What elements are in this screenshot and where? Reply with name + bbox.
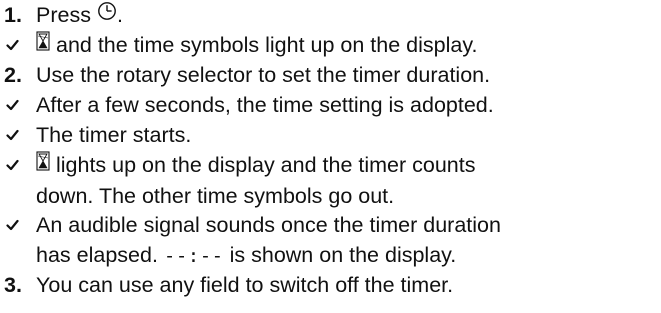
- step-text-after: .: [116, 3, 123, 27]
- step-text: Use the rotary selector to set the timer…: [36, 63, 491, 87]
- result-line-1: An audible signal sounds once the timer …: [36, 213, 501, 237]
- result-line-2-after: is shown on the display.: [229, 243, 457, 267]
- check-icon: [6, 129, 19, 141]
- result-5: An audible signal sounds once the timer …: [0, 210, 661, 270]
- check-icon: [6, 99, 19, 111]
- result-text: The timer starts.: [36, 123, 192, 147]
- step-number: 3.: [4, 273, 22, 297]
- check-icon: [6, 219, 19, 231]
- hourglass-icon: [36, 149, 50, 179]
- hourglass-icon: [36, 29, 50, 59]
- result-text: and the time symbols light up on the dis…: [36, 30, 477, 61]
- result-text: An audible signal sounds once the timer …: [36, 210, 501, 271]
- result-text-main: and the time symbols light up on the dis…: [55, 33, 478, 57]
- step-number: 2.: [4, 63, 22, 87]
- step-text: You can use any field to switch off the …: [36, 273, 454, 297]
- result-line-1-text: lights up on the display and the timer c…: [55, 153, 476, 177]
- result-text: After a few seconds, the time setting is…: [36, 93, 494, 117]
- step-text: Press .: [36, 0, 123, 31]
- display-readout: --:--: [163, 245, 224, 267]
- check-icon: [6, 39, 19, 51]
- result-line-1: lights up on the display and the timer c…: [36, 151, 476, 177]
- clock-icon: [97, 0, 117, 29]
- result-4: lights up on the display and the timer c…: [0, 150, 661, 210]
- step-text-before: Press: [36, 3, 91, 27]
- result-line-2-before: has elapsed.: [36, 243, 158, 267]
- result-line-2: down. The other time symbols go out.: [36, 184, 395, 209]
- check-icon: [6, 159, 19, 171]
- step-number: 1.: [4, 3, 22, 27]
- result-text: lights up on the display and the timer c…: [36, 150, 476, 211]
- result-line-2: has elapsed. --:-- is shown on the displ…: [36, 240, 501, 271]
